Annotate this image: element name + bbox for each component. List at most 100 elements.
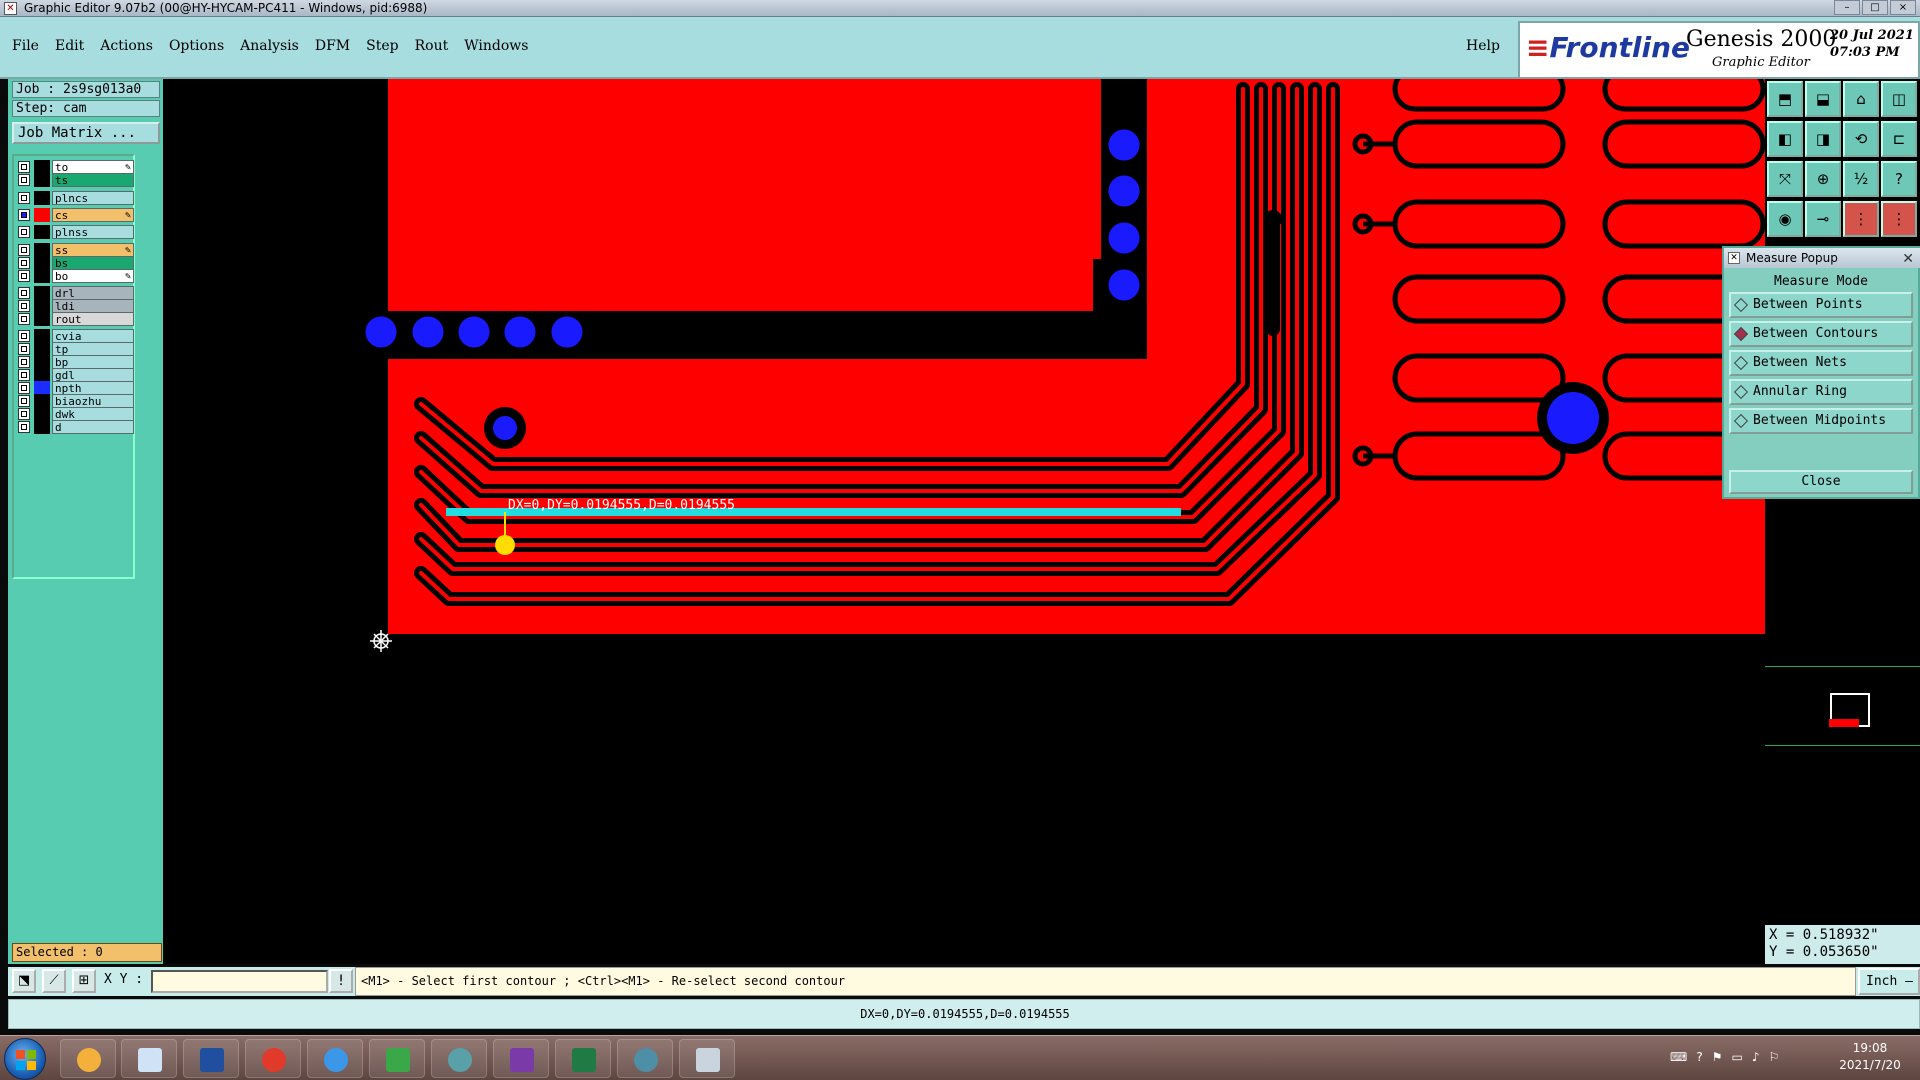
layer-color-swatch[interactable]	[34, 225, 50, 239]
layer-checkbox[interactable]	[18, 209, 30, 221]
layer-name[interactable]: ss ✎	[52, 243, 134, 257]
taskbar-clock[interactable]: 19:08 2021/7/20	[1830, 1040, 1910, 1074]
taskbar-app-cam2[interactable]	[617, 1039, 673, 1078]
layer-name[interactable]: gdl	[52, 368, 134, 382]
layer-row-d[interactable]: d	[18, 420, 134, 434]
net-highlight-icon[interactable]: ⋮	[1843, 201, 1879, 237]
help-icon[interactable]: ?	[1881, 161, 1917, 197]
option-between-midpoints[interactable]: Between Midpoints	[1729, 408, 1913, 434]
layer-color-swatch[interactable]	[34, 269, 50, 283]
option-annular-ring[interactable]: Annular Ring	[1729, 379, 1913, 405]
layer-name[interactable]: ldi	[52, 299, 134, 313]
layer-checkbox[interactable]	[18, 343, 30, 355]
menu-analysis[interactable]: Analysis	[240, 38, 299, 54]
menu-rout[interactable]: Rout	[415, 38, 449, 54]
xy-input[interactable]	[151, 970, 328, 993]
layer-row-drl[interactable]: drl	[18, 286, 134, 300]
layer-checkbox[interactable]	[18, 174, 30, 186]
layer-row-to[interactable]: to ✎	[18, 160, 134, 174]
taskbar-app-shell[interactable]	[60, 1039, 116, 1078]
select-mode-icon[interactable]: ⬔	[12, 969, 36, 993]
help-tray-icon[interactable]: ?	[1696, 1050, 1702, 1064]
exclamation-icon[interactable]: !	[329, 969, 353, 993]
job-matrix-button[interactable]: Job Matrix ...	[12, 122, 160, 144]
layer-row-plncs[interactable]: plncs	[18, 191, 134, 205]
taskbar-app-save[interactable]	[183, 1039, 239, 1078]
start-button[interactable]	[4, 1038, 46, 1080]
menu-dfm[interactable]: DFM	[315, 38, 350, 54]
layer-name[interactable]: dwk	[52, 407, 134, 421]
draw-mode-icon[interactable]: ⟋	[42, 969, 66, 993]
taskbar-app-messenger[interactable]	[307, 1039, 363, 1078]
maximize-button[interactable]: □	[1862, 0, 1888, 15]
grid-icon[interactable]: ⊞	[72, 969, 96, 993]
action-center-icon[interactable]: ⚐	[1768, 1050, 1779, 1064]
layer-row-tp[interactable]: tp	[18, 342, 134, 356]
layer-color-swatch[interactable]	[34, 160, 50, 174]
layer-row-bs[interactable]: bs	[18, 256, 134, 270]
zoom-center-icon[interactable]: ⊕	[1805, 161, 1841, 197]
layer-color-swatch[interactable]	[34, 381, 50, 395]
layer-checkbox[interactable]	[18, 356, 30, 368]
layer-color-swatch[interactable]	[34, 191, 50, 205]
layer-color-swatch[interactable]	[34, 355, 50, 369]
zoom-home-icon[interactable]: ⬒	[1767, 81, 1803, 117]
menu-step[interactable]: Step	[366, 38, 398, 54]
layer-checkbox[interactable]	[18, 192, 30, 204]
measure-tool-icon[interactable]: ⊸	[1805, 201, 1841, 237]
layer-checkbox[interactable]	[18, 226, 30, 238]
layer-name[interactable]: cs ✎	[52, 208, 134, 222]
layer-name[interactable]: d	[52, 420, 134, 434]
flag-tray-icon[interactable]: ⚑	[1712, 1050, 1723, 1064]
layer-row-cvia[interactable]: cvia	[18, 329, 134, 343]
layer-color-swatch[interactable]	[34, 208, 50, 222]
layer-checkbox[interactable]	[18, 270, 30, 282]
units-selector[interactable]: Inch –	[1858, 968, 1920, 995]
layer-color-swatch[interactable]	[34, 243, 50, 257]
close-button[interactable]: Close	[1729, 470, 1913, 494]
option-between-contours[interactable]: Between Contours	[1729, 321, 1913, 347]
pan-left-icon[interactable]: ◧	[1767, 121, 1803, 157]
layer-name[interactable]: to ✎	[52, 160, 134, 174]
snap-icon[interactable]: ⊏	[1881, 121, 1917, 157]
taskbar-app-notepad[interactable]	[121, 1039, 177, 1078]
layer-row-biaozhu[interactable]: biaozhu	[18, 394, 134, 408]
layer-checkbox[interactable]	[18, 408, 30, 420]
layer-name[interactable]: bo ✎	[52, 269, 134, 283]
layer-checkbox[interactable]	[18, 382, 30, 394]
menu-windows[interactable]: Windows	[464, 38, 528, 54]
layer-name[interactable]: biaozhu	[52, 394, 134, 408]
layer-row-bp[interactable]: bp	[18, 355, 134, 369]
eye-icon[interactable]: ◉	[1767, 201, 1803, 237]
layer-row-plnss[interactable]: plnss	[18, 225, 134, 239]
layer-row-ts[interactable]: ts	[18, 173, 134, 187]
window-icon[interactable]: ◫	[1881, 81, 1917, 117]
zoom-in-icon[interactable]: ⬓	[1805, 81, 1841, 117]
layer-row-bo[interactable]: bo ✎	[18, 269, 134, 283]
layer-checkbox[interactable]	[18, 287, 30, 299]
menu-actions[interactable]: Actions	[100, 38, 153, 54]
layer-name[interactable]: drl	[52, 286, 134, 300]
layer-color-swatch[interactable]	[34, 342, 50, 356]
menu-help[interactable]: Help	[1466, 38, 1500, 54]
layer-checkbox[interactable]	[18, 257, 30, 269]
home-icon[interactable]: ⌂	[1843, 81, 1879, 117]
taskbar-app-genesis[interactable]	[245, 1039, 301, 1078]
network-icon[interactable]: ▭	[1731, 1050, 1742, 1064]
taskbar-app-p[interactable]	[369, 1039, 425, 1078]
layer-row-ss[interactable]: ss ✎	[18, 243, 134, 257]
scale-1-2-icon[interactable]: ½	[1843, 161, 1879, 197]
layer-color-swatch[interactable]	[34, 329, 50, 343]
layer-color-swatch[interactable]	[34, 312, 50, 326]
layer-checkbox[interactable]	[18, 161, 30, 173]
layer-row-ldi[interactable]: ldi	[18, 299, 134, 313]
layer-color-swatch[interactable]	[34, 173, 50, 187]
layer-checkbox[interactable]	[18, 421, 30, 433]
layer-row-rout[interactable]: rout	[18, 312, 134, 326]
layer-compare-icon[interactable]: ⋮	[1881, 201, 1917, 237]
layer-name[interactable]: bs	[52, 256, 134, 270]
layer-row-npth[interactable]: npth	[18, 381, 134, 395]
menu-file[interactable]: File	[12, 38, 39, 54]
layer-checkbox[interactable]	[18, 369, 30, 381]
layer-name[interactable]: ts	[52, 173, 134, 187]
